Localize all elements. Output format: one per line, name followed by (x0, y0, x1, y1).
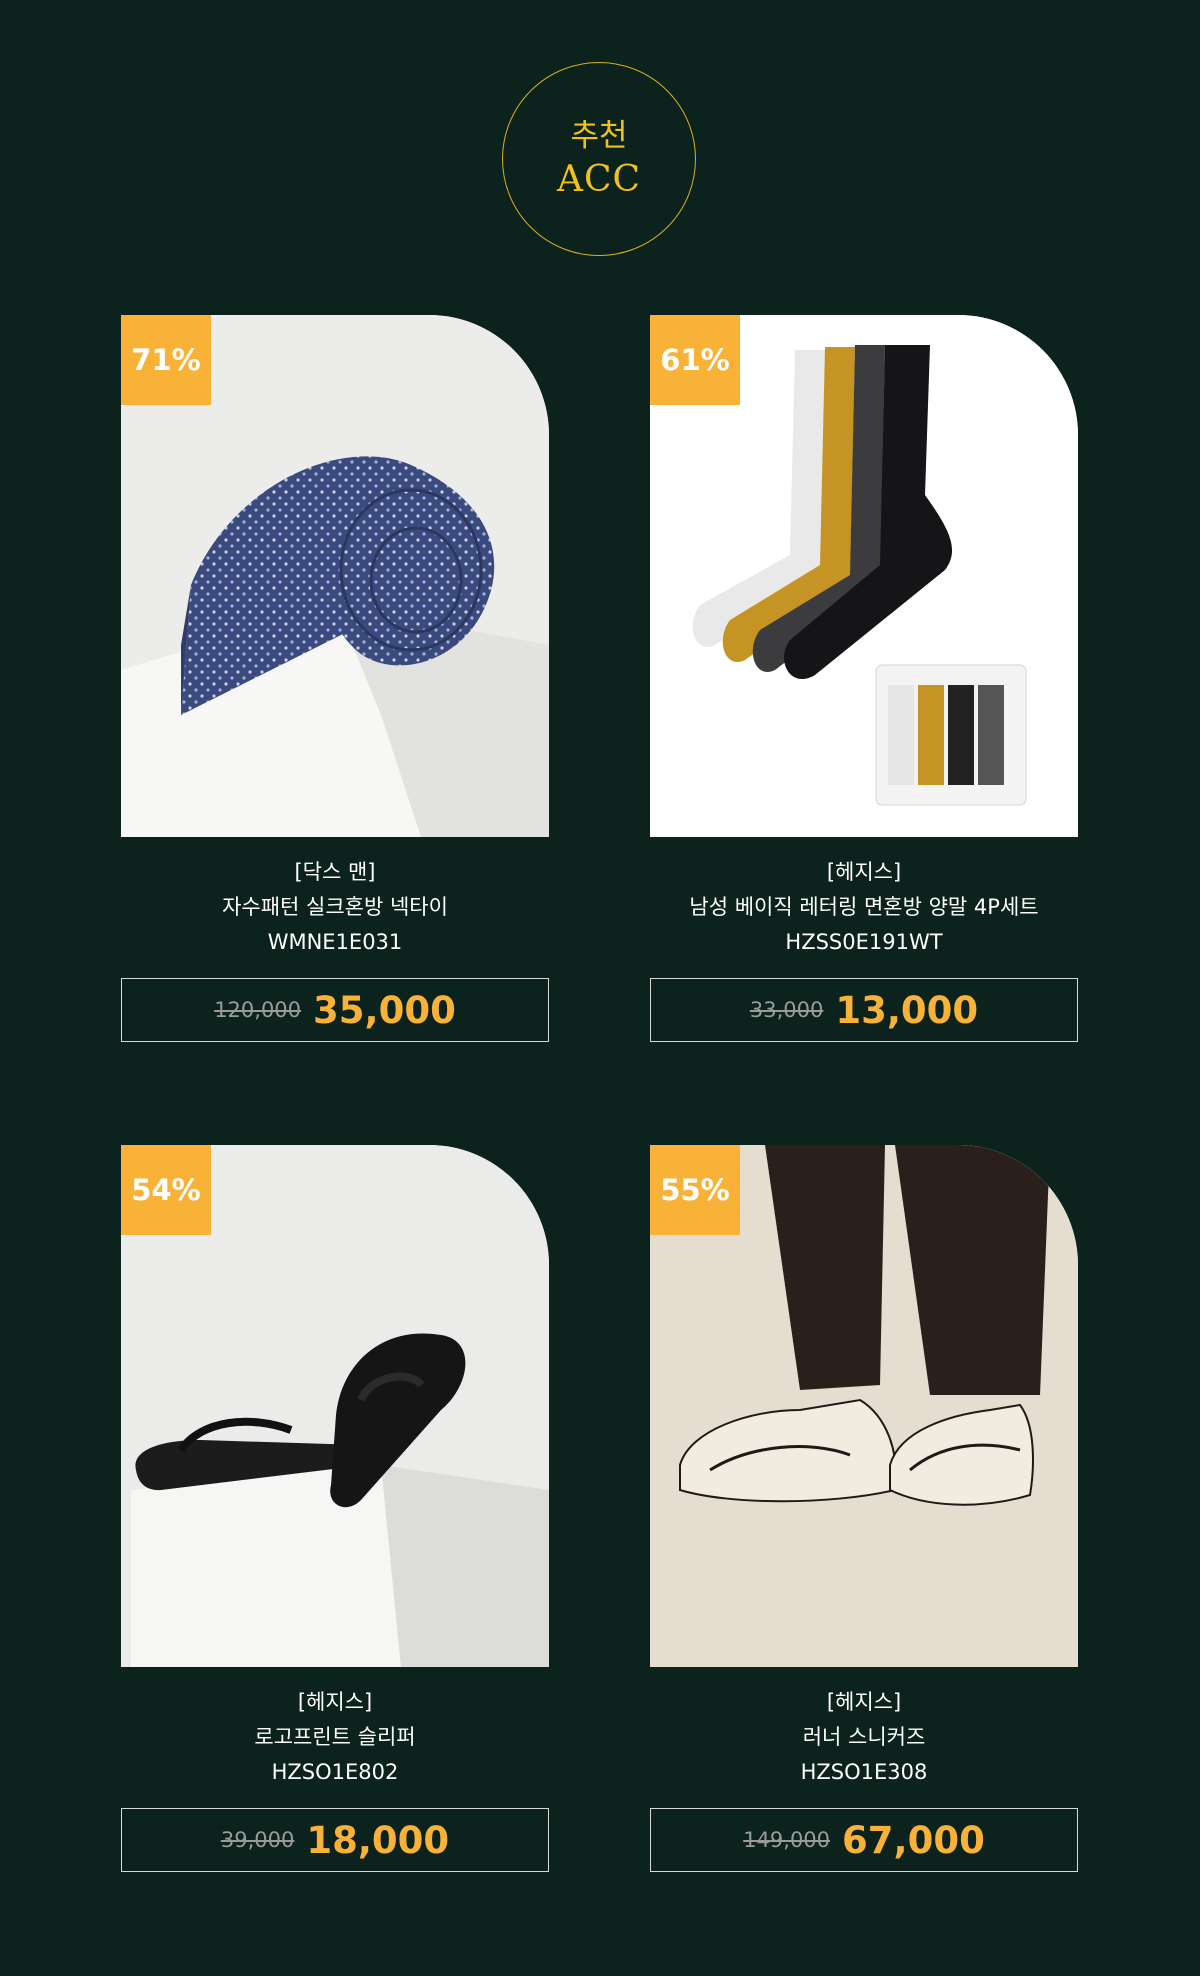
product-card[interactable]: 61% [헤지스] 남성 베이직 레터링 면혼방 양말 4P세트 HZSS0E1… (650, 315, 1078, 1042)
product-brand: [헤지스] (826, 1690, 902, 1714)
discount-badge: 61% (650, 315, 740, 405)
product-info: [헤지스] 로고프린트 슬리퍼 HZSO1E802 (121, 1685, 549, 1790)
sale-price: 13,000 (835, 988, 979, 1032)
original-price: 33,000 (749, 998, 824, 1022)
sale-price: 35,000 (313, 988, 456, 1032)
price-box: 33,000 13,000 (650, 978, 1078, 1042)
price-box: 39,000 18,000 (121, 1808, 549, 1872)
product-image[interactable]: 55% (650, 1145, 1078, 1667)
product-name[interactable]: 자수패턴 실크혼방 넥타이 (121, 890, 549, 925)
price-box: 120,000 35,000 (121, 978, 549, 1042)
product-image[interactable]: 54% (121, 1145, 549, 1667)
product-brand: [닥스 맨] (294, 860, 376, 884)
product-code: HZSS0E191WT (785, 930, 943, 954)
product-info: [헤지스] 러너 스니커즈 HZSO1E308 (650, 1685, 1078, 1790)
product-brand: [헤지스] (826, 860, 902, 884)
product-card[interactable]: 55% [헤지스] 러너 스니커즈 HZSO1E308 149,000 67,0… (650, 1145, 1078, 1872)
sale-price: 18,000 (306, 1818, 450, 1862)
price-box: 149,000 67,000 (650, 1808, 1078, 1872)
discount-badge: 55% (650, 1145, 740, 1235)
original-price: 39,000 (220, 1828, 295, 1852)
discount-badge: 54% (121, 1145, 211, 1235)
product-code: WMNE1E031 (267, 930, 403, 954)
product-name[interactable]: 남성 베이직 레터링 면혼방 양말 4P세트 (650, 890, 1078, 925)
section-title-kr: 추천 (570, 118, 628, 154)
product-code: HZSO1E802 (271, 1760, 399, 1784)
sale-price: 67,000 (842, 1818, 985, 1862)
product-image[interactable]: 61% (650, 315, 1078, 837)
product-card[interactable]: 71% [닥스 맨] 자수패턴 실크혼방 넥타이 WMNE1E031 120,0… (121, 315, 549, 1042)
product-image[interactable]: 71% (121, 315, 549, 837)
section-title-en: ACC (556, 159, 642, 200)
product-card[interactable]: 54% [헤지스] 로고프린트 슬리퍼 HZSO1E802 39,000 18,… (121, 1145, 549, 1872)
discount-badge: 71% (121, 315, 211, 405)
original-price: 149,000 (743, 1828, 831, 1852)
original-price: 120,000 (214, 998, 302, 1022)
section-badge: 추천 ACC (502, 62, 696, 256)
product-name[interactable]: 러너 스니커즈 (650, 1720, 1078, 1755)
product-info: [닥스 맨] 자수패턴 실크혼방 넥타이 WMNE1E031 (121, 855, 549, 960)
product-brand: [헤지스] (297, 1690, 373, 1714)
product-info: [헤지스] 남성 베이직 레터링 면혼방 양말 4P세트 HZSS0E191WT (650, 855, 1078, 960)
product-code: HZSO1E308 (800, 1760, 928, 1784)
product-name[interactable]: 로고프린트 슬리퍼 (121, 1720, 549, 1755)
